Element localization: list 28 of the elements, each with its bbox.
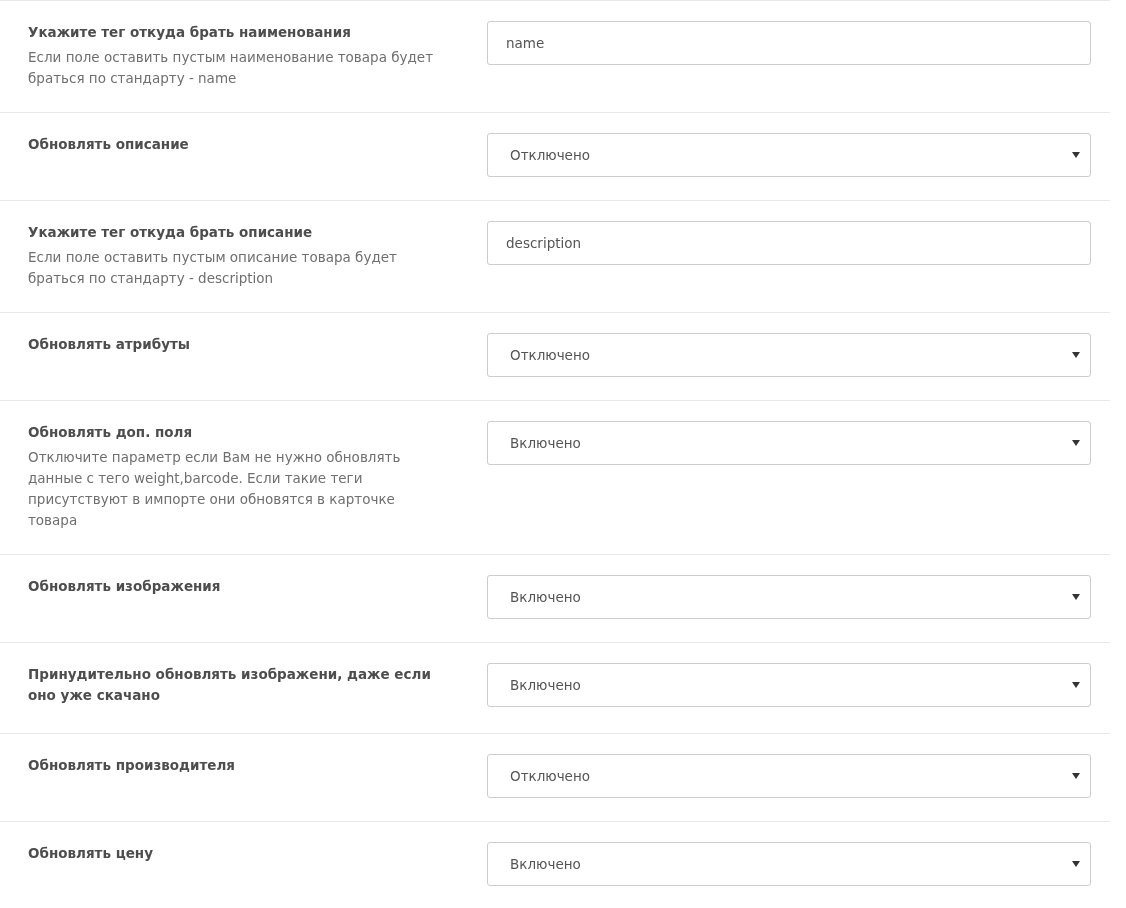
select-dropdown[interactable]: Включено [487, 421, 1091, 465]
select-dropdown[interactable]: Отключено [487, 333, 1091, 377]
caret-icon [1072, 682, 1080, 688]
select-dropdown[interactable]: Включено [487, 842, 1091, 886]
input-field[interactable]: name [487, 21, 1091, 65]
setting-help-text: Отключите параметр если Вам не нужно обновлять данные с тего weight,barcode. Если такие теги присутствуют в импорте они обновятся в карточке товара [28, 448, 402, 530]
caret-icon [1072, 152, 1080, 158]
select-dropdown[interactable]: Отключено [487, 754, 1091, 798]
select-dropdown[interactable]: Отключено [487, 133, 1091, 177]
caret-icon [1072, 861, 1080, 867]
setting-label: Обновлять описание [28, 135, 190, 154]
setting-label: Укажите тег откуда брать описание [28, 223, 314, 242]
setting-label: Обновлять изображения [28, 577, 222, 596]
setting-label: Принудительно обновлять изображени, даже если оно уже скачано [28, 665, 432, 705]
caret-icon [1072, 773, 1080, 779]
caret-icon [1072, 440, 1080, 446]
setting-label: Обновлять атрибуты [28, 335, 191, 354]
setting-label: Обновлять доп. поля [28, 423, 194, 442]
select-dropdown[interactable]: Включено [487, 575, 1091, 619]
setting-help-text: Если поле оставить пустым наименование товара будет браться по стандарту - name [28, 48, 435, 88]
input-field[interactable]: description [487, 221, 1091, 265]
setting-help-text: Если поле оставить пустым описание товара будет браться по стандарту - description [28, 248, 398, 288]
setting-label: Укажите тег откуда брать наименования [28, 23, 352, 42]
setting-label: Обновлять цену [28, 844, 154, 863]
setting-label: Обновлять производителя [28, 756, 236, 775]
caret-icon [1072, 594, 1080, 600]
select-dropdown[interactable]: Включено [487, 663, 1091, 707]
caret-icon [1072, 352, 1080, 358]
